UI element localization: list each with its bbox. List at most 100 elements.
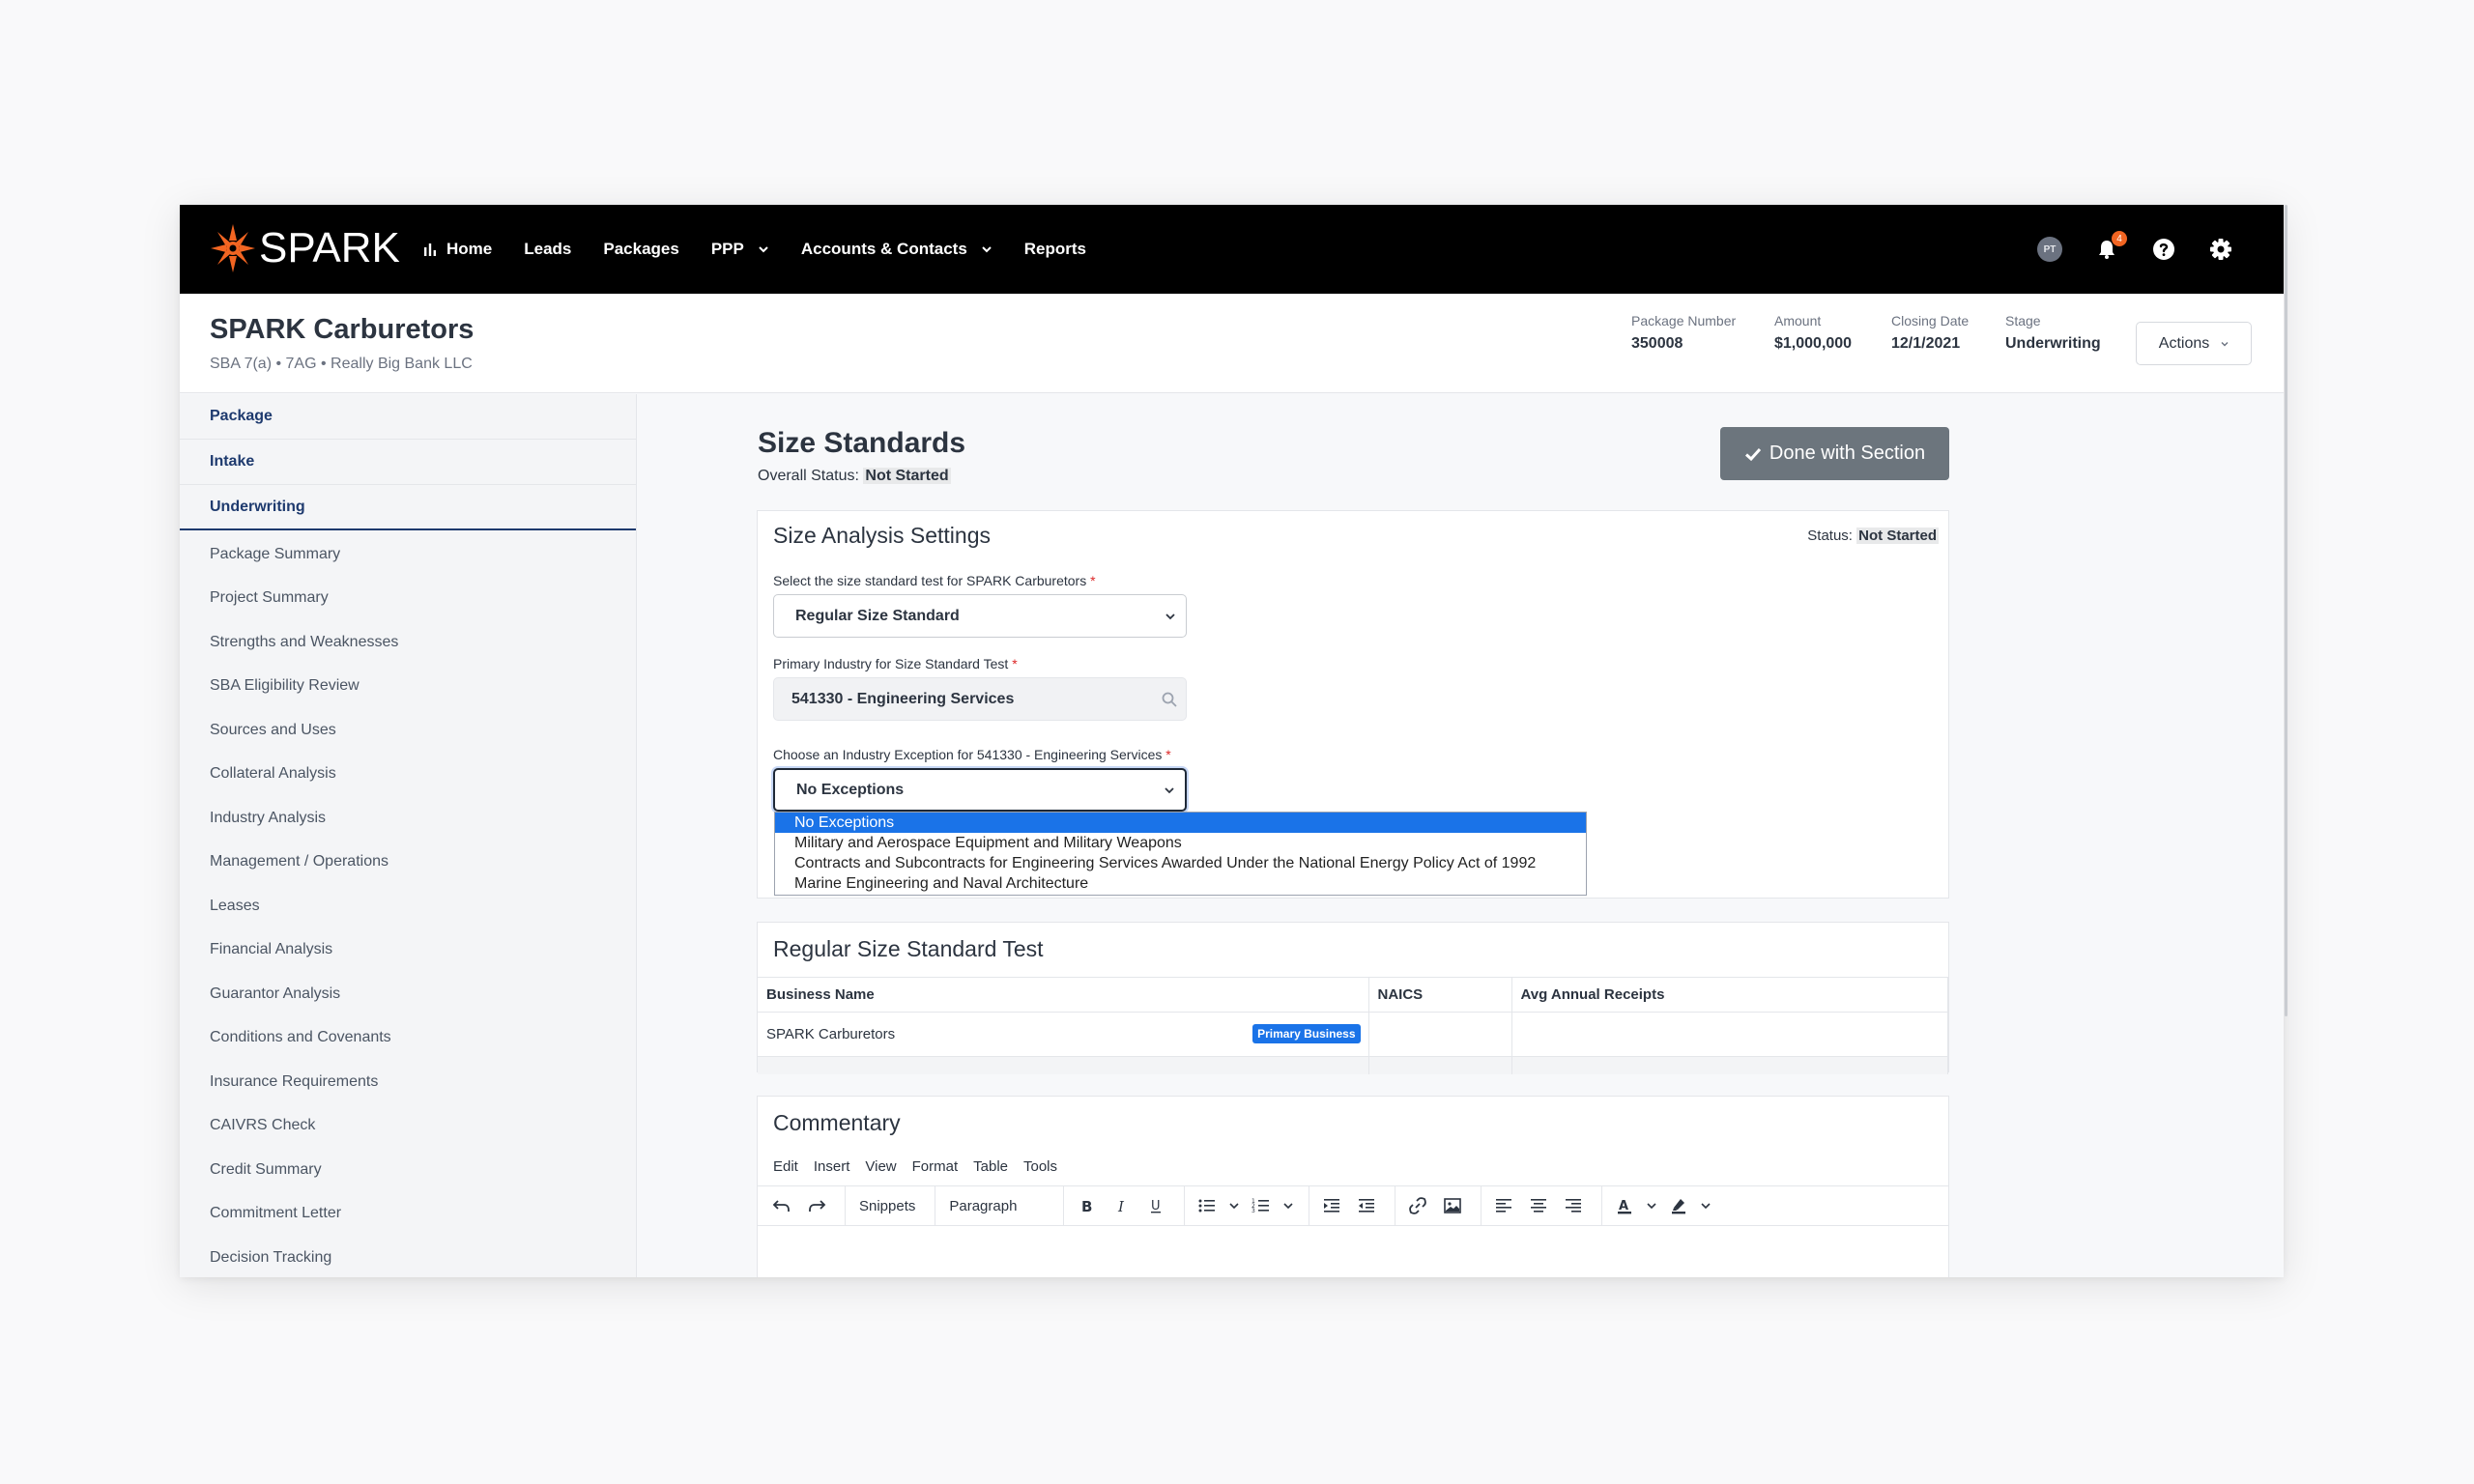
bullet-list-options[interactable] [1227, 1191, 1241, 1220]
nav-accounts-contacts[interactable]: Accounts & Contacts [801, 240, 992, 259]
sidebar-subitem-sources-uses[interactable]: Sources and Uses [180, 708, 636, 753]
help-button[interactable] [2151, 237, 2176, 262]
sidebar-subitem-leases[interactable]: Leases [180, 884, 636, 928]
scrollbar-thumb[interactable] [2285, 205, 2287, 1016]
sidebar-subitem-label: Industry Analysis [210, 809, 327, 826]
sidebar-subitem-financial-analysis[interactable]: Financial Analysis [180, 928, 636, 973]
undo-icon [772, 1200, 790, 1212]
menu-edit[interactable]: Edit [773, 1158, 798, 1175]
stage-value: Underwriting [2005, 335, 2101, 352]
nav-leads[interactable]: Leads [524, 240, 571, 259]
column-header: Avg Annual Receipts [1511, 977, 1948, 1013]
sidebar-item-package[interactable]: Package [180, 394, 636, 440]
column-header: Business Name [758, 977, 1369, 1013]
sidebar-subitem-guarantor-analysis[interactable]: Guarantor Analysis [180, 972, 636, 1016]
industry-exception-select[interactable]: No Exceptions [773, 768, 1187, 812]
amount-value: $1,000,000 [1774, 335, 1853, 352]
menu-insert[interactable]: Insert [814, 1158, 850, 1175]
underline-icon: U [1151, 1199, 1162, 1213]
sidebar-item-underwriting[interactable]: Underwriting [180, 485, 636, 530]
highlight-color-options[interactable] [1699, 1191, 1712, 1220]
sidebar-subitem-collateral-analysis[interactable]: Collateral Analysis [180, 753, 636, 797]
dropdown-option[interactable]: Marine Engineering and Naval Architectur… [775, 873, 1586, 894]
menu-table[interactable]: Table [973, 1158, 1008, 1175]
sidebar-subitem-caivrs-check[interactable]: CAIVRS Check [180, 1104, 636, 1149]
closing-date-field: Closing Date 12/1/2021 [1891, 313, 1969, 353]
menu-tools[interactable]: Tools [1023, 1158, 1057, 1175]
sidebar-subitem-decision-tracking[interactable]: Decision Tracking [180, 1236, 636, 1277]
sidebar-subitem-package-summary[interactable]: Package Summary [180, 532, 636, 577]
business-name: SPARK Carburetors [766, 1026, 896, 1042]
redo-icon [809, 1200, 826, 1212]
industry-exception-value: No Exceptions [796, 781, 905, 798]
page-scrollbar[interactable] [2284, 205, 2289, 1016]
align-left-button[interactable] [1489, 1191, 1518, 1220]
sidebar-subitem-strengths-weaknesses[interactable]: Strengths and Weaknesses [180, 620, 636, 665]
sidebar-subitem-commitment-letter[interactable]: Commitment Letter [180, 1192, 636, 1237]
underline-button[interactable]: U [1141, 1191, 1170, 1220]
closing-date-value: 12/1/2021 [1891, 335, 1961, 352]
size-standard-test-value: Regular Size Standard [795, 607, 960, 624]
settings-button[interactable] [2208, 237, 2233, 262]
text-color-options[interactable] [1645, 1191, 1658, 1220]
actions-label: Actions [2158, 334, 2210, 352]
highlighter-icon [1672, 1199, 1686, 1214]
numbered-list-button[interactable]: 123 [1247, 1191, 1276, 1220]
italic-button[interactable]: I [1107, 1191, 1136, 1220]
sidebar-subitem-industry-analysis[interactable]: Industry Analysis [180, 796, 636, 841]
primary-industry-input[interactable]: 541330 - Engineering Services [773, 677, 1187, 721]
sidebar-subitem-conditions-covenants[interactable]: Conditions and Covenants [180, 1016, 636, 1061]
nav-ppp[interactable]: PPP [711, 240, 769, 259]
sidebar-subitem-credit-summary[interactable]: Credit Summary [180, 1148, 636, 1192]
paragraph-format-select[interactable]: Paragraph [943, 1191, 1050, 1220]
notifications-button[interactable]: 4 [2094, 231, 2127, 262]
sidebar-subitem-sba-eligibility[interactable]: SBA Eligibility Review [180, 665, 636, 709]
primary-industry-value: 541330 - Engineering Services [791, 690, 1015, 707]
sidebar-item-intake[interactable]: Intake [180, 440, 636, 485]
user-avatar[interactable]: PT [2037, 237, 2062, 262]
undo-button[interactable] [767, 1191, 796, 1220]
sidebar-subitem-insurance-requirements[interactable]: Insurance Requirements [180, 1060, 636, 1104]
svg-text:A: A [1619, 1199, 1628, 1213]
card-title: Commentary [773, 1110, 901, 1135]
image-button[interactable] [1438, 1191, 1467, 1220]
stage-label: Stage [2005, 313, 2041, 328]
primary-business-badge: Primary Business [1252, 1024, 1361, 1043]
numbered-list-options[interactable] [1281, 1191, 1295, 1220]
bullet-list-button[interactable] [1193, 1191, 1222, 1220]
package-header: SPARK Carburetors SBA 7(a) • 7AG • Reall… [180, 294, 2284, 393]
actions-dropdown-button[interactable]: Actions [2136, 322, 2252, 365]
chevron-down-icon [1283, 1203, 1293, 1210]
size-standard-test-select[interactable]: Regular Size Standard [773, 594, 1187, 638]
snippets-button[interactable]: Snippets [853, 1191, 921, 1220]
done-with-section-button[interactable]: Done with Section [1720, 427, 1949, 480]
text-color-button[interactable]: A [1610, 1191, 1639, 1220]
page-title: Size Standards [758, 427, 966, 459]
menu-view[interactable]: View [865, 1158, 896, 1175]
spark-logo-icon [211, 224, 255, 272]
sidebar-subitem-label: Commitment Letter [210, 1205, 342, 1222]
app-window: SPARK Home Leads Packages PPP Accounts &… [180, 205, 2284, 1277]
sidebar-subitem-label: Insurance Requirements [210, 1072, 379, 1090]
dropdown-option[interactable]: No Exceptions [775, 813, 1586, 833]
sidebar-subitem-management-operations[interactable]: Management / Operations [180, 841, 636, 885]
nav-packages[interactable]: Packages [603, 240, 678, 259]
dropdown-option[interactable]: Contracts and Subcontracts for Engineeri… [775, 853, 1586, 873]
sidebar-subitem-label: Package Summary [210, 545, 341, 562]
nav-reports[interactable]: Reports [1024, 240, 1086, 259]
sidebar-subitem-project-summary[interactable]: Project Summary [180, 577, 636, 621]
outdent-button[interactable] [1352, 1191, 1381, 1220]
nav-home[interactable]: Home [423, 240, 492, 259]
indent-button[interactable] [1317, 1191, 1346, 1220]
align-center-button[interactable] [1524, 1191, 1553, 1220]
redo-button[interactable] [802, 1191, 831, 1220]
exception-field-label: Choose an Industry Exception for 541330 … [773, 747, 1171, 762]
link-button[interactable] [1403, 1191, 1432, 1220]
dropdown-option[interactable]: Military and Aerospace Equipment and Mil… [775, 833, 1586, 853]
highlight-color-button[interactable] [1664, 1191, 1693, 1220]
chevron-down-icon [2221, 341, 2229, 346]
spark-logo[interactable]: SPARK [209, 222, 400, 274]
align-right-button[interactable] [1559, 1191, 1588, 1220]
menu-format[interactable]: Format [912, 1158, 959, 1175]
bold-button[interactable]: B [1072, 1191, 1101, 1220]
